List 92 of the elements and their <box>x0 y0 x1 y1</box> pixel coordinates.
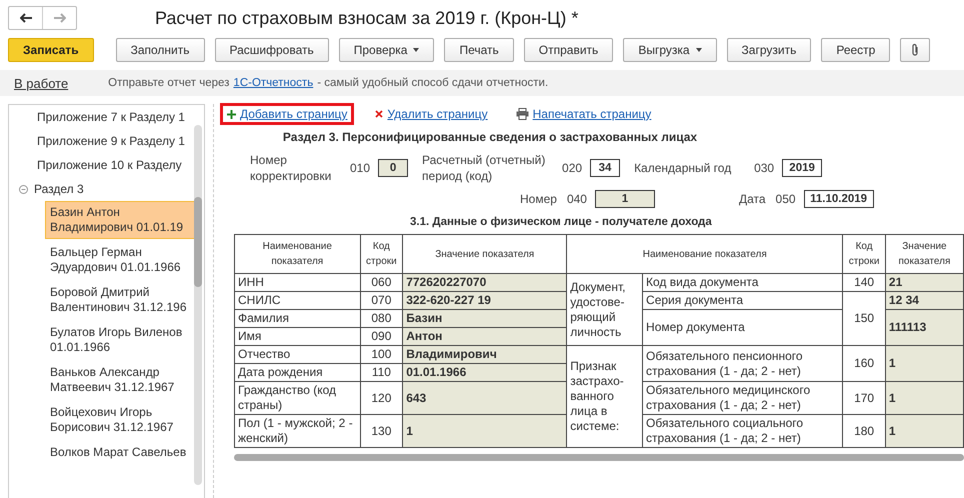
scrollbar[interactable] <box>194 125 202 485</box>
action-link[interactable]: Напечатать страницу <box>532 107 652 121</box>
field-label: Дата <box>738 191 766 207</box>
field-label: Номер <box>520 191 557 207</box>
indicator-name: Гражданство (код страны) <box>234 382 360 414</box>
indicator-name: СНИЛС <box>234 292 360 310</box>
toolbar-button[interactable]: Расшифровать <box>214 38 329 62</box>
indicator-name: Серия документа <box>642 292 843 310</box>
indicator-name: Отчество <box>234 346 360 364</box>
tree-item[interactable]: Боровой Дмитрий Валентинович 31.12.196 <box>45 281 195 319</box>
value-cell[interactable]: 643 <box>402 382 567 414</box>
tree-item[interactable]: Ваньков Александр Матвеевич 31.12.1967 <box>45 361 195 399</box>
indicator-name: Пол (1 - мужской; 2 - женский) <box>234 414 360 448</box>
toolbar-button[interactable]: Печать <box>444 38 514 62</box>
collapse-icon[interactable] <box>19 184 28 194</box>
action-link[interactable]: Добавить страницу <box>240 107 348 121</box>
line-code: 180 <box>842 414 886 448</box>
indicator-name: Дата рождения <box>234 364 360 382</box>
value-cell[interactable]: 01.01.1966 <box>402 364 567 382</box>
indicator-name: Имя <box>234 328 360 346</box>
value-field[interactable]: 2019 <box>782 159 822 177</box>
subsection-title: 3.1. Данные о физическом лице - получателе дохода <box>410 216 713 228</box>
indicator-name: Обязательного социального страхования (1 - да; 2 - нет) <box>642 414 843 448</box>
indicator-name: Код вида документа <box>642 274 843 292</box>
value-field[interactable]: 0 <box>378 159 408 177</box>
indicator-name: ИНН <box>234 274 360 292</box>
printer-icon <box>516 108 529 120</box>
value-cell[interactable]: Антон <box>402 328 567 346</box>
value-cell[interactable]: Базин <box>402 310 567 328</box>
value-cell[interactable]: 1 <box>885 414 964 448</box>
column-header: Значение показателя <box>402 234 567 274</box>
value-cell[interactable]: 322-620-227 19 <box>402 292 567 310</box>
tree-item[interactable]: Раздел 3 <box>34 182 84 196</box>
value-cell[interactable]: 111113 <box>885 310 964 346</box>
value-cell[interactable]: 21 <box>885 274 964 292</box>
toolbar-button[interactable]: Отправить <box>524 38 614 62</box>
column-header: Наименование показателя <box>234 234 360 274</box>
status-link[interactable]: В работе <box>14 76 68 90</box>
tree-item[interactable]: Булатов Игорь Виленов 01.01.1966 <box>45 321 195 359</box>
caret-icon <box>696 48 702 52</box>
line-code: 030 <box>754 161 774 175</box>
line-code: 020 <box>562 161 582 175</box>
value-cell[interactable]: 1 <box>885 346 964 382</box>
attach-button[interactable] <box>900 38 930 62</box>
value-field[interactable]: 1 <box>594 190 655 208</box>
tree-item[interactable]: Бальцер Герман Эдуардович 01.01.1966 <box>45 241 195 279</box>
line-code: 170 <box>842 382 886 414</box>
toolbar-button[interactable]: Записать <box>8 38 94 62</box>
field-label: Расчетный (отчетный) период (код) <box>422 152 546 184</box>
tree-item[interactable]: Приложение 10 к Разделу <box>9 153 204 177</box>
toolbar-button[interactable]: Выгрузка <box>623 38 717 62</box>
toolbar-button[interactable]: Заполнить <box>116 38 204 62</box>
value-cell[interactable]: 1 <box>402 414 567 448</box>
field-label: Календарный год <box>634 160 732 176</box>
line-code: 050 <box>776 192 796 206</box>
value-cell[interactable]: Владимирович <box>402 346 567 364</box>
tree-item[interactable]: Войцехович Игорь Борисович 31.12.1967 <box>45 401 195 439</box>
line-code: 150 <box>842 292 886 346</box>
line-code: 040 <box>566 192 587 206</box>
line-code: 010 <box>350 161 370 175</box>
column-header: Наименование показателя <box>566 234 843 274</box>
line-code: 160 <box>842 346 886 382</box>
indicator-name: Обязательного пенсионного страхования (1 - да; 2 - нет) <box>642 346 843 382</box>
paperclip-icon <box>910 43 920 57</box>
tree-item[interactable]: Базин Антон Владимирович 01.01.19 <box>45 201 195 239</box>
service-link[interactable]: 1С-Отчетность <box>233 77 314 89</box>
value-cell[interactable]: 12 34 <box>885 292 964 310</box>
value-field[interactable]: 34 <box>590 159 620 177</box>
line-code: 140 <box>842 274 886 292</box>
tree-item[interactable]: Волков Марат Савельев <box>45 441 195 464</box>
section-title: Раздел 3. Персонифицированные сведения о застрахованных лицах <box>282 130 698 144</box>
indicator-name: Фамилия <box>234 310 360 328</box>
column-header: Код строки <box>842 234 886 274</box>
scrollbar[interactable] <box>234 454 964 461</box>
status-message: Отправьте отчет через <box>108 77 230 89</box>
status-message: - самый удобный способ сдачи отчетности. <box>317 77 548 89</box>
indicator-name: Обязательного медицинского страхования (1 - да; 2 - нет) <box>642 382 843 414</box>
action-link[interactable]: Удалить страницу <box>387 107 488 121</box>
value-field[interactable]: 11.10.2019 <box>804 190 874 208</box>
toolbar-button[interactable]: Проверка <box>338 38 434 62</box>
window-title: Расчет по страховым взносам за 2019 г. (Крон-Ц) * <box>155 8 578 28</box>
close-icon <box>375 110 384 118</box>
value-cell[interactable]: 1 <box>885 382 964 414</box>
plus-icon <box>227 110 236 118</box>
tree-item[interactable]: Приложение 9 к Разделу 1 <box>9 129 204 153</box>
caret-icon <box>413 48 420 52</box>
field-label: Номер корректировки <box>250 152 332 184</box>
toolbar-button[interactable]: Реестр <box>821 38 890 62</box>
tree-item[interactable]: Приложение 7 к Разделу 1 <box>9 105 204 129</box>
column-header: Код строки <box>360 234 403 274</box>
value-cell[interactable]: 772620227070 <box>402 274 567 292</box>
toolbar-button[interactable]: Загрузить <box>726 38 812 62</box>
